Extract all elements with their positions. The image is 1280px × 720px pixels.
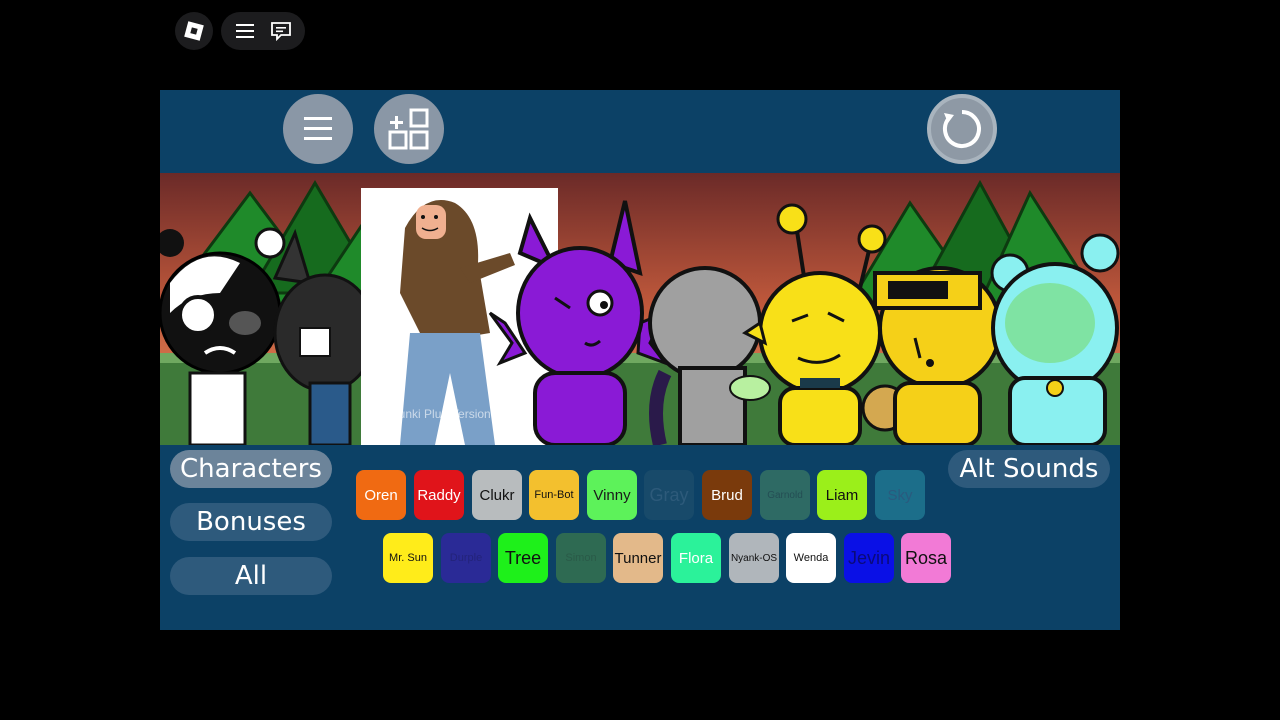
reset-icon: [943, 110, 981, 148]
sound-chip-nyank-os[interactable]: Nyank-OS: [729, 533, 779, 583]
chat-icon[interactable]: [270, 21, 292, 41]
hamburger-icon: [304, 117, 332, 140]
sound-chip-tunner[interactable]: Tunner: [613, 533, 663, 583]
sound-chip-durple[interactable]: Durple: [441, 533, 491, 583]
sound-chip-simon[interactable]: Simon: [556, 533, 606, 583]
add-button[interactable]: [374, 94, 444, 164]
sound-chip-flora[interactable]: Flora: [671, 533, 721, 583]
sound-chip-gray[interactable]: Gray: [644, 470, 694, 520]
sound-chip-sky[interactable]: Sky: [875, 470, 925, 520]
sound-chip-rosa[interactable]: Rosa: [901, 533, 951, 583]
sound-chip-jevin[interactable]: Jevin: [844, 533, 894, 583]
sound-chip-brud[interactable]: Brud: [702, 470, 752, 520]
sound-chip-vinny[interactable]: Vinny: [587, 470, 637, 520]
sound-chip-garnold[interactable]: Garnold: [760, 470, 810, 520]
sound-chip-wenda[interactable]: Wenda: [786, 533, 836, 583]
sound-chip-liam[interactable]: Liam: [817, 470, 867, 520]
hamburger-icon[interactable]: [234, 22, 256, 40]
sound-chip-clukr[interactable]: Clukr: [472, 470, 522, 520]
roblox-logo-icon: [184, 21, 204, 41]
reset-button[interactable]: [927, 94, 997, 164]
sound-chip-oren[interactable]: Oren: [356, 470, 406, 520]
game-toolbar: [160, 90, 1120, 173]
roblox-topbar-pill: [221, 12, 305, 50]
category-characters-button[interactable]: Characters: [170, 450, 332, 488]
sound-chip-tree[interactable]: Tree: [498, 533, 548, 583]
sound-chip-raddy[interactable]: Raddy: [414, 470, 464, 520]
sound-chip-fun-bot[interactable]: Fun-Bot: [529, 470, 579, 520]
menu-button[interactable]: [283, 94, 353, 164]
sound-picker-panel: Characters Bonuses All Alt Sounds Oren R…: [160, 445, 1120, 630]
character-stage: Sprunki Plus Version 45: [160, 173, 1120, 445]
stage-watermark: Sprunki Plus Version 45: [380, 407, 508, 421]
roblox-menu-button[interactable]: [175, 12, 213, 50]
category-all-button[interactable]: All: [170, 557, 332, 595]
category-bonuses-button[interactable]: Bonuses: [170, 503, 332, 541]
add-grid-icon: [388, 108, 429, 150]
sound-chip-mr-sun[interactable]: Mr. Sun: [383, 533, 433, 583]
alt-sounds-button[interactable]: Alt Sounds: [948, 450, 1110, 488]
game-frame: Sprunki Plus Version 45 Characters Bonus…: [160, 90, 1120, 630]
character-cyan-bear: [990, 233, 1120, 445]
